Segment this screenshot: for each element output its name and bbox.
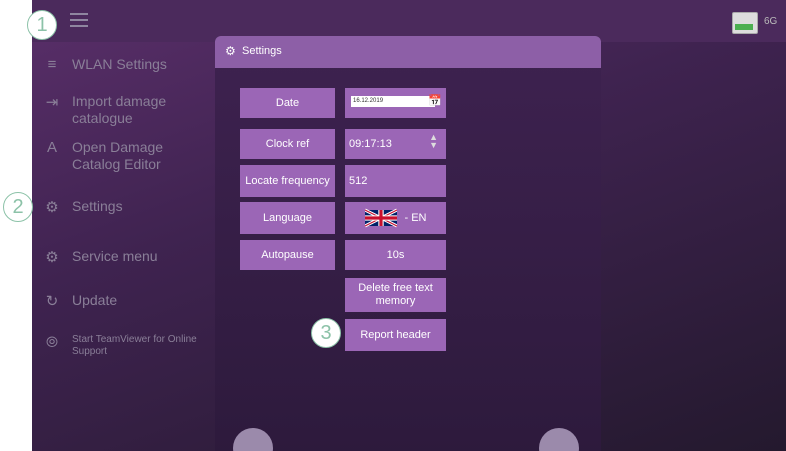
sidebar-item-settings[interactable]: ⚙ Settings [32,198,212,216]
spinner-icon[interactable]: ▲ ▼ [429,133,438,150]
battery-label: 6G [764,16,778,27]
sidebar-item-label: Service menu [72,248,158,264]
wlan-icon: ≡ [47,56,57,73]
confirm-button[interactable] [539,428,579,451]
language-button[interactable]: Language [240,202,335,234]
gears-icon: ⚙ [45,249,59,266]
uk-flag-icon [364,208,397,228]
locate-frequency-field[interactable]: 512 [345,165,446,197]
sidebar-item-update[interactable]: ↻ Update [32,292,212,310]
gear-icon: ⚙ [45,199,59,216]
language-value: - EN [404,212,427,224]
callout-2: 2 [3,192,33,222]
sidebar-item-label: Update [72,292,118,308]
menu-icon[interactable] [70,13,88,27]
report-header-button[interactable]: Report header [345,319,446,351]
clock-field[interactable]: 09:17:13 ▲ ▼ [345,129,446,159]
locate-frequency-button[interactable]: Locate frequency [240,165,335,197]
calendar-icon[interactable]: 📅 [428,94,442,107]
language-field[interactable]: - EN [345,202,446,234]
sidebar-item-label: Import damage catalogue [72,93,167,126]
import-icon: ⇥ [45,94,59,111]
dialog-title: Settings [242,45,282,57]
sidebar-item-label: Settings [72,198,123,214]
date-field[interactable]: 16.12.2019 📅 [345,88,446,118]
sidebar-item-service[interactable]: ⚙ Service menu [32,248,212,266]
sidebar-item-label: Open Damage Catalog Editor [72,139,164,172]
sidebar-item-editor[interactable]: A Open Damage Catalog Editor [32,139,212,173]
refresh-icon: ↻ [45,293,59,310]
callout-1: 1 [27,10,57,40]
sidebar-item-label: Start TeamViewer for Online Support [72,334,197,357]
battery-icon [732,12,758,34]
sidebar-item-label: WLAN Settings [72,56,167,72]
clock-value: 09:17:13 [349,138,392,150]
sidebar-item-teamviewer[interactable]: ⦾ Start TeamViewer for Online Support [32,334,212,358]
editor-icon: A [46,139,57,156]
settings-dialog: ⚙ Settings Date 16.12.2019 📅 Clock ref 0… [215,36,601,451]
dialog-header: ⚙ Settings [215,36,601,68]
sidebar-item-import[interactable]: ⇥ Import damage catalogue [32,93,212,127]
teamviewer-icon: ⦾ [45,334,58,351]
locate-frequency-value: 512 [349,175,368,187]
date-input[interactable]: 16.12.2019 [351,96,435,107]
callout-3: 3 [311,318,341,348]
app-screen: 6G ≡ WLAN Settings ⇥ Import damage catal… [32,0,786,451]
autopause-value[interactable]: 10s [345,240,446,270]
date-button[interactable]: Date [240,88,335,118]
autopause-button[interactable]: Autopause [240,240,335,270]
sidebar-item-wlan[interactable]: ≡ WLAN Settings [32,56,212,73]
cancel-button[interactable] [233,428,273,451]
gear-icon: ⚙ [225,44,236,58]
delete-free-text-button[interactable]: Delete free text memory [345,278,446,312]
clock-ref-button[interactable]: Clock ref [240,129,335,159]
sidebar: ≡ WLAN Settings ⇥ Import damage catalogu… [32,42,212,451]
